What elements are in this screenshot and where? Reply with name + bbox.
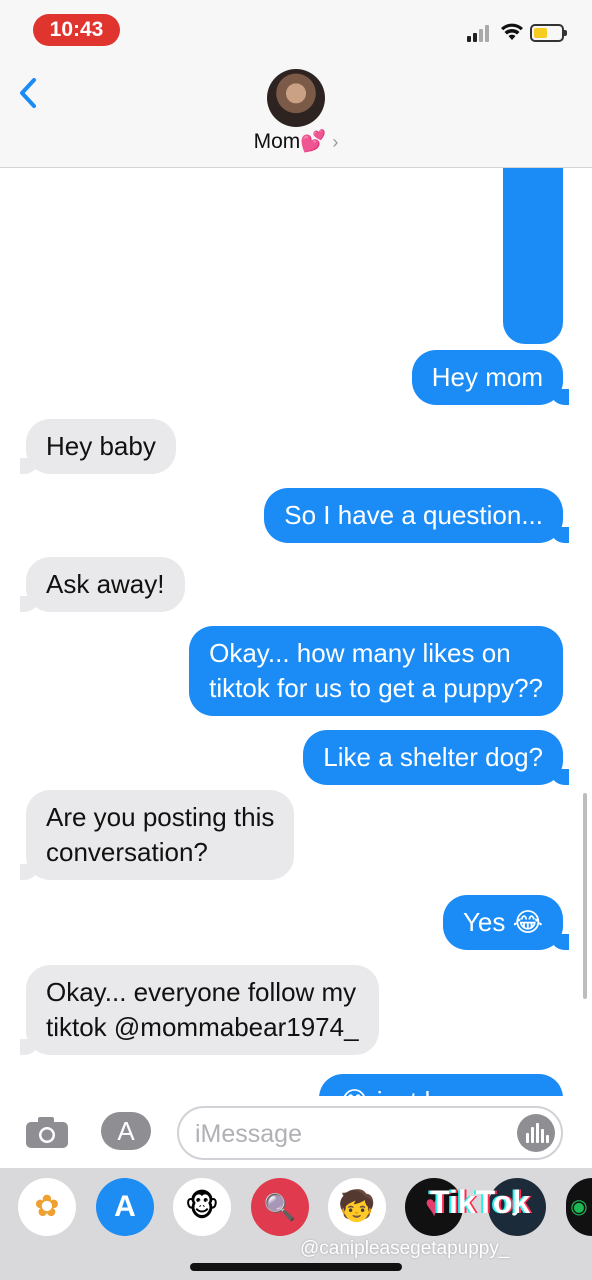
message-line: Okay... how many likes on (209, 638, 511, 668)
message-bubble-sent[interactable]: Like a shelter dog? (303, 730, 569, 785)
photos-icon[interactable]: ✿ (18, 1178, 76, 1236)
thread-scrollbar[interactable] (583, 793, 587, 999)
message-line: Okay... everyone follow my (46, 977, 357, 1007)
chevron-left-icon[interactable] (14, 74, 44, 112)
contact-name-button[interactable]: Mom💕 › (0, 130, 592, 154)
wifi-icon (501, 23, 523, 40)
message-bubble-received[interactable]: Ask away! (20, 557, 185, 612)
home-indicator[interactable] (190, 1263, 402, 1271)
chevron-right-icon: › (332, 132, 339, 152)
message-line: tiktok @mommabear1974_ (46, 1012, 359, 1042)
message-bubble-received[interactable]: Are you posting this conversation? (19, 790, 295, 880)
message-bubble-received[interactable]: Hey baby (20, 419, 176, 474)
battery-fill (534, 28, 547, 38)
audio-waveform-icon[interactable] (517, 1114, 555, 1152)
message-line: tiktok for us to get a puppy?? (209, 673, 543, 703)
imessage-input[interactable] (195, 1116, 515, 1152)
message-text: 😂 just how many (339, 1086, 543, 1096)
monkey-animoji-icon[interactable]: 🐵 (173, 1178, 231, 1236)
contact-avatar[interactable] (267, 69, 325, 127)
message-bubble-sent[interactable]: Okay... how many likes on tiktok for us … (189, 626, 563, 716)
message-text: Hey mom (431, 362, 543, 392)
message-bubble-partial[interactable] (503, 168, 563, 344)
spotify-icon[interactable]: ◉ (566, 1178, 592, 1236)
message-text: Hey baby (46, 431, 156, 461)
battery-low-icon (530, 24, 567, 42)
message-text: Ask away! (46, 569, 165, 599)
tiktok-watermark: TikTok (430, 1184, 531, 1220)
status-time[interactable]: 10:43 (33, 14, 120, 46)
status-bar: 10:43 (0, 0, 592, 62)
app-store-icon[interactable]: A (96, 1178, 154, 1236)
message-text: Like a shelter dog? (323, 742, 543, 772)
message-text: So I have a question... (284, 500, 543, 530)
message-text: Yes 😂 (462, 907, 543, 937)
message-bubble-received[interactable]: Okay... everyone follow my tiktok @momma… (20, 965, 379, 1055)
tiktok-username: @canipleasegetapuppy_ (300, 1238, 510, 1259)
message-bubble-sent[interactable]: So I have a question... (264, 488, 569, 543)
message-bubble-sent[interactable]: Hey mom (411, 350, 570, 405)
message-bubble-sent[interactable]: 😂 just how many (319, 1074, 563, 1096)
message-thread[interactable]: Hey mom Hey baby So I have a question...… (0, 168, 592, 1096)
compose-bar: A (0, 1096, 592, 1168)
cellular-signal-icon (467, 24, 493, 42)
app-store-icon[interactable]: A (101, 1112, 151, 1150)
camera-icon[interactable] (24, 1114, 70, 1150)
imessage-input-wrapper (177, 1106, 563, 1160)
conversation-header: Mom💕 › (0, 62, 592, 168)
message-line: conversation? (46, 837, 208, 867)
contact-name: Mom💕 (253, 130, 327, 153)
memoji-icon[interactable]: 🧒 (328, 1178, 386, 1236)
message-bubble-sent[interactable]: Yes 😂 (442, 895, 570, 950)
web-search-icon[interactable]: 🔍 (251, 1178, 309, 1236)
battery-nub (564, 30, 567, 36)
message-line: Are you posting this (46, 802, 275, 832)
